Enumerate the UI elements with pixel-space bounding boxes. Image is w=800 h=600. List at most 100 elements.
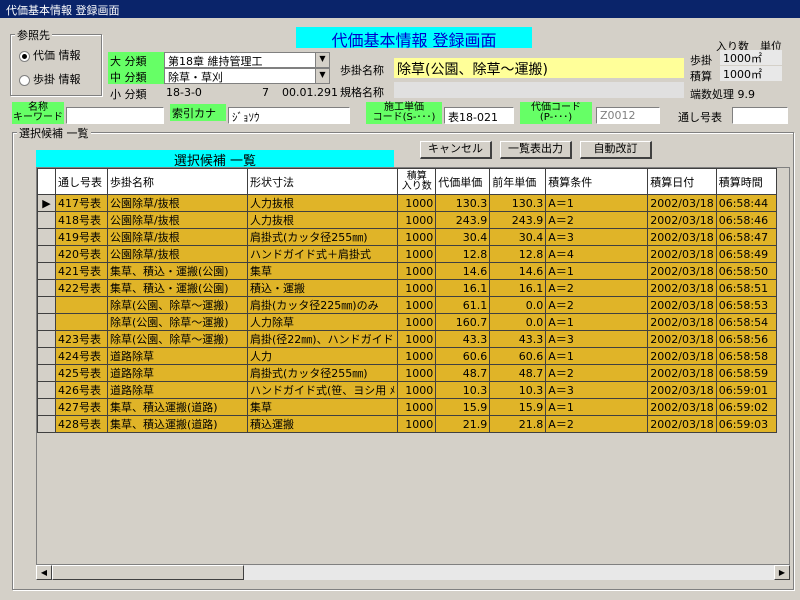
row-selector[interactable] bbox=[37, 279, 56, 297]
horizontal-scrollbar[interactable]: ◀ ▶ bbox=[36, 564, 790, 580]
table-cell[interactable]: 2002/03/18 bbox=[647, 296, 717, 314]
candidates-grid[interactable]: 通し号表 歩掛名称 形状寸法 積算 入り数 代価単価 前年単価 積算条件 積算日… bbox=[36, 167, 790, 580]
table-cell[interactable]: 06:58:44 bbox=[715, 194, 777, 212]
col-header-time[interactable]: 積算時間 bbox=[715, 168, 777, 195]
table-cell[interactable]: A＝2 bbox=[545, 296, 649, 314]
table-cell[interactable]: A＝1 bbox=[545, 347, 649, 365]
table-cell[interactable]: 除草(公園、除草～運搬) bbox=[107, 296, 248, 314]
table-cell[interactable]: 48.7 bbox=[489, 364, 547, 382]
table-cell[interactable]: 48.7 bbox=[435, 364, 491, 382]
radio-daika[interactable]: 代価 情報 bbox=[19, 47, 81, 63]
table-cell[interactable]: 15.9 bbox=[435, 398, 491, 416]
row-selector[interactable] bbox=[37, 364, 56, 382]
table-cell[interactable]: 肩掛(径22㎜)、ハンドガイド bbox=[246, 330, 399, 348]
table-cell[interactable]: 2002/03/18 bbox=[647, 381, 717, 399]
table-cell[interactable]: 21.8 bbox=[489, 415, 547, 433]
table-cell[interactable]: 2002/03/18 bbox=[647, 279, 717, 297]
table-cell[interactable]: 集草 bbox=[246, 398, 399, 416]
table-cell[interactable]: 16.1 bbox=[489, 279, 547, 297]
table-cell[interactable]: 10.3 bbox=[489, 381, 547, 399]
table-cell[interactable]: 2002/03/18 bbox=[647, 228, 717, 246]
table-cell[interactable]: 43.3 bbox=[489, 330, 547, 348]
table-cell[interactable]: 421号表 bbox=[55, 262, 108, 280]
table-cell[interactable]: 424号表 bbox=[55, 347, 108, 365]
table-cell[interactable] bbox=[55, 313, 108, 331]
table-cell[interactable]: 12.8 bbox=[435, 245, 491, 263]
table-cell[interactable]: 2002/03/18 bbox=[647, 364, 717, 382]
table-cell[interactable]: 130.3 bbox=[489, 194, 547, 212]
table-cell[interactable]: 1000 bbox=[397, 228, 437, 246]
table-cell[interactable]: 30.4 bbox=[435, 228, 491, 246]
row-selector[interactable] bbox=[37, 330, 56, 348]
tooshi-input[interactable] bbox=[732, 107, 788, 124]
table-cell[interactable]: 06:59:01 bbox=[715, 381, 777, 399]
table-cell[interactable]: 14.6 bbox=[435, 262, 491, 280]
table-cell[interactable]: 集草、積込運搬(道路) bbox=[107, 398, 248, 416]
table-cell[interactable]: 1000 bbox=[397, 398, 437, 416]
chevron-down-icon[interactable]: ▼ bbox=[315, 53, 329, 67]
table-cell[interactable]: 427号表 bbox=[55, 398, 108, 416]
table-cell[interactable]: 06:58:47 bbox=[715, 228, 777, 246]
table-cell[interactable]: 2002/03/18 bbox=[647, 245, 717, 263]
major-class-select[interactable]: 第18章 維持管理工 ▼ bbox=[164, 52, 330, 68]
table-cell[interactable]: 1000 bbox=[397, 381, 437, 399]
scroll-right-icon[interactable]: ▶ bbox=[774, 565, 790, 580]
table-cell[interactable]: A＝3 bbox=[545, 381, 649, 399]
table-row[interactable]: 422号表 集草、積込・運搬(公園) 積込・運搬 1000 16.1 16.1 A＝2 200… bbox=[37, 279, 777, 297]
col-header-date[interactable]: 積算日付 bbox=[647, 168, 717, 195]
table-cell[interactable]: 243.9 bbox=[489, 211, 547, 229]
radio-ayukake[interactable]: 歩掛 情報 bbox=[19, 71, 81, 87]
table-cell[interactable]: 1000 bbox=[397, 313, 437, 331]
table-cell[interactable]: 14.6 bbox=[489, 262, 547, 280]
table-cell[interactable]: 2002/03/18 bbox=[647, 194, 717, 212]
row-selector[interactable] bbox=[37, 296, 56, 314]
table-cell[interactable]: 人力除草 bbox=[246, 313, 399, 331]
table-cell[interactable]: 1000 bbox=[397, 296, 437, 314]
table-cell[interactable]: A＝2 bbox=[545, 364, 649, 382]
table-cell[interactable]: 43.3 bbox=[435, 330, 491, 348]
col-header-condition[interactable]: 積算条件 bbox=[545, 168, 649, 195]
table-cell[interactable]: 人力抜根 bbox=[246, 194, 399, 212]
table-cell[interactable]: 15.9 bbox=[489, 398, 547, 416]
table-cell[interactable]: 06:58:51 bbox=[715, 279, 777, 297]
table-cell[interactable]: 418号表 bbox=[55, 211, 108, 229]
kana-input[interactable]: ｼﾞｮｿｳ bbox=[228, 107, 350, 124]
table-cell[interactable]: 積込運搬 bbox=[246, 415, 399, 433]
scrollbar-thumb[interactable] bbox=[52, 565, 244, 580]
middle-class-select[interactable]: 除草・草刈 ▼ bbox=[164, 68, 330, 84]
table-cell[interactable]: 道路除草 bbox=[107, 347, 248, 365]
table-cell[interactable]: 道路除草 bbox=[107, 364, 248, 382]
table-cell[interactable]: 肩掛(カッタ径225㎜)のみ bbox=[246, 296, 399, 314]
table-cell[interactable]: 06:58:58 bbox=[715, 347, 777, 365]
table-row[interactable]: 420号表 公園除草/抜根 ハンドガイド式＋肩掛式 1000 12.8 12.8 A＝4 20… bbox=[37, 245, 777, 263]
table-row[interactable]: ▶ 417号表 公園除草/抜根 人力抜根 1000 130.3 130.3 A＝1 2002/0… bbox=[37, 194, 777, 212]
table-cell[interactable]: 417号表 bbox=[55, 194, 108, 212]
table-cell[interactable]: 積込・運搬 bbox=[246, 279, 399, 297]
table-cell[interactable]: A＝3 bbox=[545, 228, 649, 246]
table-cell[interactable]: 集草、積込運搬(道路) bbox=[107, 415, 248, 433]
table-row[interactable]: 428号表 集草、積込運搬(道路) 積込運搬 1000 21.9 21.8 A＝2 2002/… bbox=[37, 415, 777, 433]
table-cell[interactable]: A＝1 bbox=[545, 313, 649, 331]
table-cell[interactable]: 2002/03/18 bbox=[647, 262, 717, 280]
table-cell[interactable]: 60.6 bbox=[489, 347, 547, 365]
auto-revise-button[interactable]: 自動改訂 bbox=[580, 141, 652, 159]
table-cell[interactable]: 集草 bbox=[246, 262, 399, 280]
table-cell[interactable]: 2002/03/18 bbox=[647, 347, 717, 365]
table-cell[interactable]: 06:58:59 bbox=[715, 364, 777, 382]
table-cell[interactable]: A＝2 bbox=[545, 415, 649, 433]
table-cell[interactable]: 公園除草/抜根 bbox=[107, 211, 248, 229]
table-cell[interactable]: 0.0 bbox=[489, 313, 547, 331]
row-selector[interactable] bbox=[37, 398, 56, 416]
table-row[interactable]: 除草(公園、除草～運搬) 人力除草 1000 160.7 0.0 A＝1 2002/03/1… bbox=[37, 313, 777, 331]
col-header-prev-price[interactable]: 前年単価 bbox=[489, 168, 547, 195]
table-row[interactable]: 424号表 道路除草 人力 1000 60.6 60.6 A＝1 2002/03/18 06:5… bbox=[37, 347, 777, 365]
row-selector[interactable] bbox=[37, 262, 56, 280]
table-cell[interactable]: 1000 bbox=[397, 347, 437, 365]
table-cell[interactable]: 426号表 bbox=[55, 381, 108, 399]
table-row[interactable]: 421号表 集草、積込・運搬(公園) 集草 1000 14.6 14.6 A＝1 2002/0… bbox=[37, 262, 777, 280]
col-header-shape[interactable]: 形状寸法 bbox=[246, 168, 399, 195]
table-cell[interactable]: 1000 bbox=[397, 194, 437, 212]
table-cell[interactable]: 2002/03/18 bbox=[647, 313, 717, 331]
table-cell[interactable]: A＝1 bbox=[545, 262, 649, 280]
daika-code-input[interactable]: Z0012 bbox=[596, 107, 660, 124]
